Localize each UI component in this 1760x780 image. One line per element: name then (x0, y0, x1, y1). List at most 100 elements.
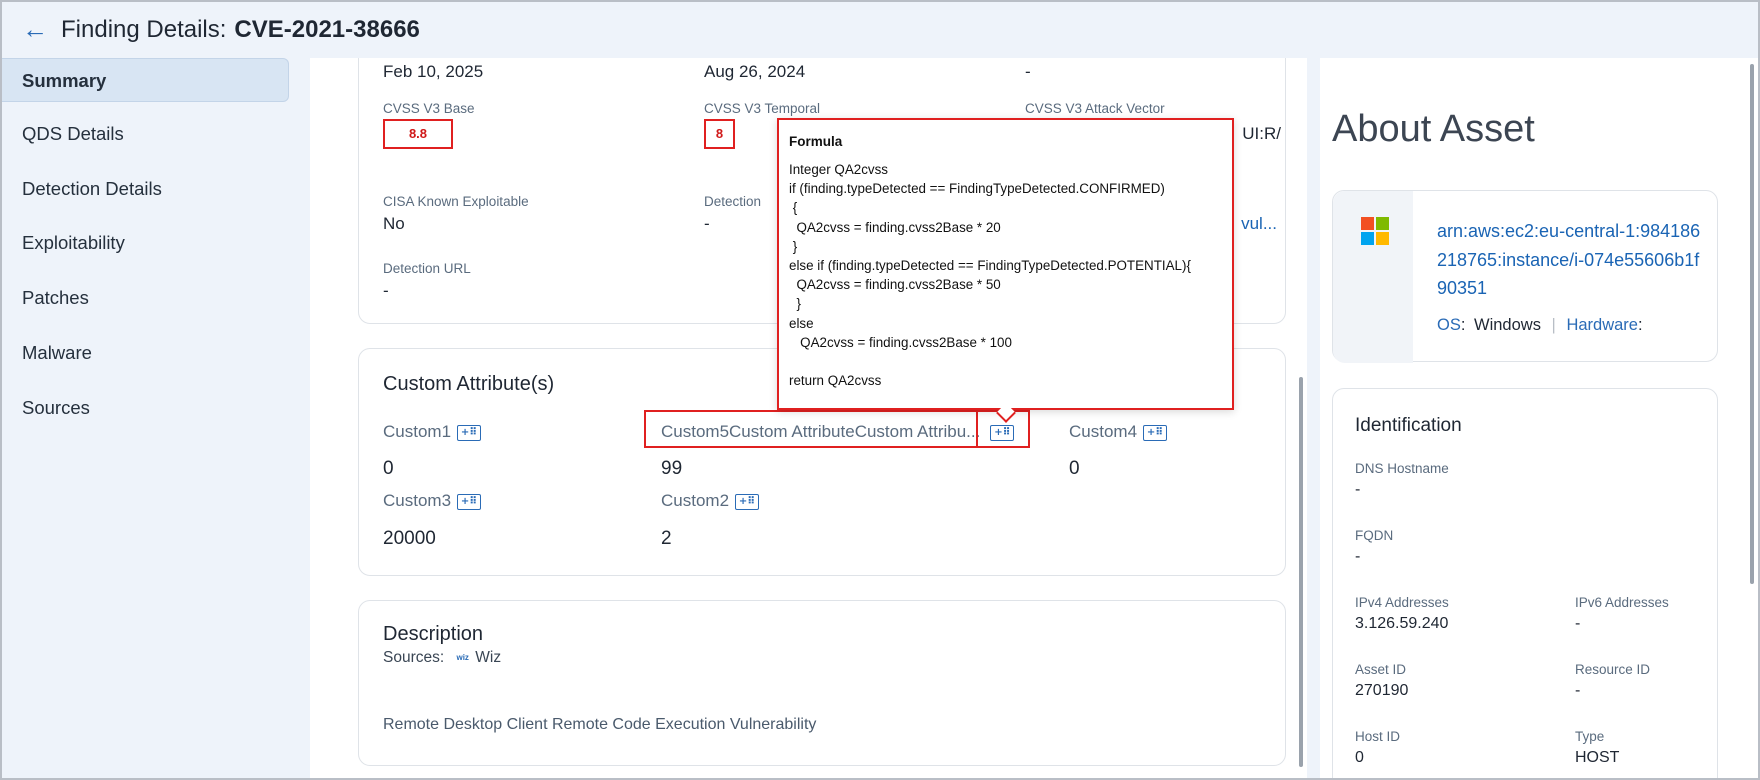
sidebar-item-exploitability[interactable]: Exploitability (2, 221, 289, 265)
sidebar-item-malware[interactable]: Malware (2, 331, 289, 375)
wiz-icon: wiz (456, 653, 469, 663)
custom2-name: Custom2 (661, 491, 730, 510)
cvss-v3-attack-vector-label: CVSS V3 Attack Vector (1025, 101, 1165, 116)
cvss-v3-attack-vector-value: UI:R/ (1242, 124, 1281, 143)
sidebar-nav: Summary QDS Details Detection Details Ex… (2, 58, 292, 778)
cvss-v3-base-label: CVSS V3 Base (383, 101, 475, 116)
about-asset-title: About Asset (1332, 108, 1535, 150)
back-arrow-icon[interactable]: ← (22, 14, 50, 44)
tooltip-title: Formula (789, 134, 843, 149)
sidebar-item-summary[interactable]: Summary (2, 58, 289, 102)
host-id-label: Host ID (1355, 729, 1401, 744)
type-label: Type (1575, 729, 1605, 744)
detection-url-value: - (383, 281, 389, 300)
asset-id-value: 270190 (1355, 682, 1409, 699)
description-sources: Sources: wiz Wiz (383, 649, 501, 667)
formula-line: else (789, 315, 814, 331)
app-window: ← Finding Details: CVE-2021-38666 Summary… (0, 0, 1760, 780)
custom-attributes-title: Custom Attribute(s) (383, 373, 555, 395)
formula-line: { (789, 200, 798, 216)
custom4-value: 0 (1069, 458, 1080, 479)
formula-line: QA2cvss = finding.cvss2Base * 100 (789, 334, 1012, 350)
sidebar-item-detection-details[interactable]: Detection Details (2, 167, 289, 211)
custom-attribute-name: Custom4 +⠿ (1069, 422, 1168, 442)
formula-line: Integer QA2cvss (789, 162, 888, 177)
identification-card: Identification DNS Hostname - FQDN - IPv… (1332, 388, 1718, 778)
formula-line: QA2cvss = finding.cvss2Base * 20 (789, 219, 1001, 235)
right-panel-scrollbar[interactable] (1750, 64, 1754, 584)
detection-url-label: Detection URL (383, 261, 471, 276)
cvss-v3-base-badge: 8.8 (383, 119, 453, 149)
asset-meta: OS: Windows | Hardware: (1437, 316, 1643, 334)
asset-card: arn:aws:ec2:eu-central-1:984186218765:in… (1332, 190, 1718, 363)
asset-id-label: Asset ID (1355, 662, 1407, 677)
asset-arn-link[interactable]: arn:aws:ec2:eu-central-1:984186218765:in… (1437, 217, 1707, 303)
resource-id-value: - (1575, 682, 1581, 699)
formula-line: else if (finding.typeDetected == Finding… (789, 257, 1191, 273)
custom4-name: Custom4 (1069, 422, 1138, 441)
sidebar-item-patches[interactable]: Patches (2, 276, 289, 320)
custom3-value: 20000 (383, 528, 436, 549)
custom2-value: 2 (661, 528, 672, 549)
page-header: ← Finding Details: CVE-2021-38666 (2, 2, 1758, 58)
dns-hostname-value: - (1355, 481, 1361, 498)
ipv6-label: IPv6 Addresses (1575, 595, 1669, 610)
highlight-custom5-name (644, 410, 978, 448)
main-scrollbar[interactable] (1299, 377, 1303, 767)
formula-icon[interactable]: +⠿ (735, 493, 760, 510)
formula-line: return QA2cvss (789, 373, 882, 389)
description-card: Description Sources: wiz Wiz Remote Desk… (358, 600, 1286, 766)
description-title: Description (383, 623, 484, 645)
formula-icon[interactable]: +⠿ (457, 424, 482, 441)
formula-icon[interactable]: +⠿ (1143, 424, 1168, 441)
description-text: Remote Desktop Client Remote Code Execut… (383, 716, 817, 733)
cvss-v3-temporal-badge: 8 (704, 119, 735, 149)
about-asset-panel: About Asset arn:aws:ec2:eu-central-1:984… (1320, 58, 1758, 778)
details-date-1: Feb 10, 2025 (383, 62, 484, 81)
details-row0-value-3: - (1025, 62, 1031, 81)
cvss-v3-temporal-label: CVSS V3 Temporal (704, 101, 821, 116)
host-id-value: 0 (1355, 749, 1364, 766)
cve-id: CVE-2021-38666 (234, 16, 420, 43)
ipv4-label: IPv4 Addresses (1355, 595, 1449, 610)
custom3-name: Custom3 (383, 491, 452, 510)
type-value: HOST (1575, 749, 1620, 766)
formula-icon[interactable]: +⠿ (457, 493, 482, 510)
custom-attribute-name: Custom2 +⠿ (661, 491, 760, 511)
detection-value: - (704, 214, 710, 233)
os-value: Windows (1474, 316, 1541, 334)
source-name: Wiz (475, 649, 502, 666)
ipv4-value: 3.126.59.240 (1355, 615, 1449, 632)
resource-id-label: Resource ID (1575, 662, 1651, 677)
details-date-2: Aug 26, 2024 (704, 62, 806, 81)
identification-title: Identification (1355, 415, 1462, 436)
custom1-name: Custom1 (383, 422, 452, 441)
os-label: OS (1437, 316, 1461, 334)
custom-attribute-name: Custom3 +⠿ (383, 491, 482, 511)
third-column-link[interactable]: vul... (1241, 214, 1277, 234)
page-title-label: Finding Details: (61, 16, 227, 43)
sources-label: Sources: (383, 649, 445, 666)
custom-attribute-name: Custom1 +⠿ (383, 422, 482, 442)
formula-line: } (789, 238, 798, 254)
sidebar-item-sources[interactable]: Sources (2, 386, 289, 430)
sidebar-item-qds-details[interactable]: QDS Details (2, 112, 289, 156)
fqdn-label: FQDN (1355, 528, 1394, 543)
fqdn-value: - (1355, 548, 1361, 565)
windows-logo-icon (1361, 217, 1389, 245)
custom5-value: 99 (661, 458, 683, 479)
formula-line: if (finding.typeDetected == FindingTypeD… (789, 181, 1165, 197)
cisa-known-exploitable-label: CISA Known Exploitable (383, 194, 529, 209)
formula-line (789, 352, 1222, 371)
cisa-known-exploitable-value: No (383, 214, 405, 233)
asset-icon-column (1333, 191, 1413, 363)
detection-label: Detection (704, 194, 762, 209)
hardware-label: Hardware (1566, 316, 1638, 334)
formula-line: QA2cvss = finding.cvss2Base * 50 (789, 277, 1001, 293)
dns-hostname-label: DNS Hostname (1355, 461, 1449, 476)
custom1-value: 0 (383, 458, 394, 479)
formula-line: } (789, 296, 801, 312)
formula-tooltip: Formula Integer QA2cvss if (finding.type… (777, 118, 1234, 410)
ipv6-value: - (1575, 615, 1581, 632)
page-title: Finding Details: CVE-2021-38666 (61, 16, 420, 44)
